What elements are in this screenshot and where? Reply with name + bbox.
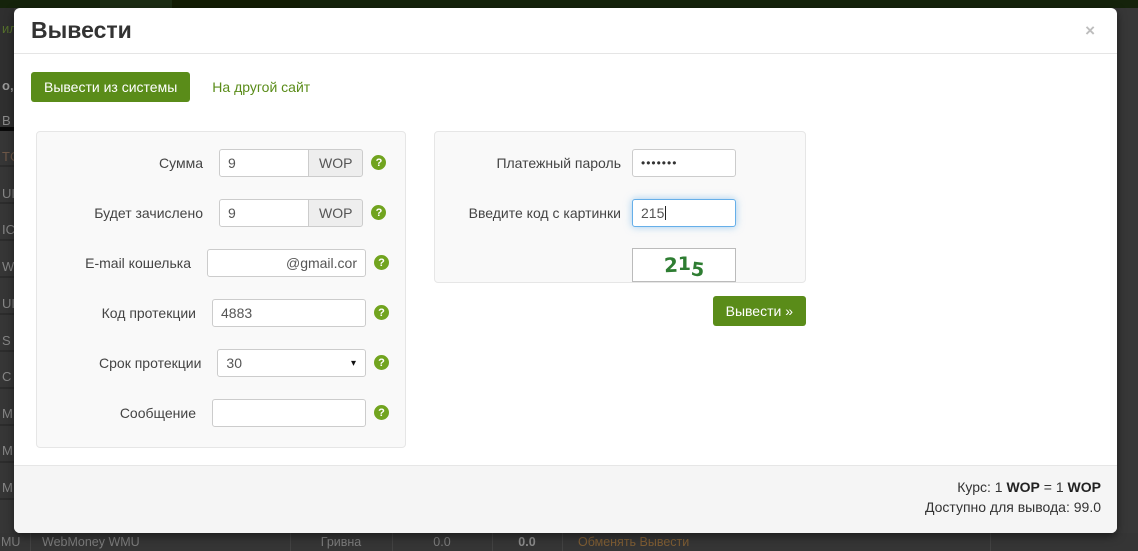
column-separator bbox=[990, 533, 991, 551]
bg-text-fragment: В bbox=[2, 114, 11, 127]
withdraw-tabs: Вывести из системы На другой сайт bbox=[31, 72, 310, 102]
payment-password-input[interactable] bbox=[632, 149, 736, 177]
wallet-email-label: E-mail кошелька bbox=[53, 255, 191, 271]
bg-text-fragment: W bbox=[2, 260, 14, 273]
bg-cell-id: MU bbox=[1, 535, 20, 549]
credited-input[interactable] bbox=[219, 199, 309, 227]
rate-eq: = 1 bbox=[1044, 479, 1064, 495]
background-table-left-edge: ил о, В ТС UI IC W UI S C М М М bbox=[0, 8, 14, 533]
form-row-protection-term: Срок протекции 30 ▾ ? bbox=[53, 348, 389, 377]
rate-currency: WOP bbox=[1006, 479, 1039, 495]
confirmation-well: Платежный пароль Введите код с картинки … bbox=[434, 131, 806, 283]
bg-text-fragment: ТС bbox=[2, 150, 14, 163]
header-segment bbox=[100, 0, 172, 8]
available-label: Доступно для вывода: bbox=[925, 499, 1070, 515]
form-row-amount: Сумма WOP ? bbox=[53, 148, 389, 177]
modal-footer: Курс: 1 WOP = 1 WOP Доступно для вывода:… bbox=[14, 465, 1117, 533]
withdraw-form-panel: Сумма WOP ? Будет зачислено WOP ? E-mail… bbox=[36, 131, 406, 448]
bg-text-fragment: М bbox=[2, 444, 13, 457]
help-icon[interactable]: ? bbox=[371, 205, 386, 220]
available-value: 99.0 bbox=[1074, 499, 1101, 515]
bg-cell-actions: Обменять Вывести bbox=[578, 535, 689, 549]
page-header-strip bbox=[0, 0, 1138, 8]
modal-header: Вывести × bbox=[14, 8, 1117, 54]
tab-withdraw-from-system[interactable]: Вывести из системы bbox=[31, 72, 190, 102]
bg-text-fragment: М bbox=[2, 407, 13, 420]
form-row-captcha-image: 2 1 5 bbox=[451, 248, 789, 277]
form-row-message: Сообщение ? bbox=[53, 398, 389, 427]
amount-label: Сумма bbox=[53, 155, 203, 171]
bg-text-fragment: S bbox=[2, 334, 11, 347]
help-icon[interactable]: ? bbox=[374, 405, 389, 420]
help-icon[interactable]: ? bbox=[374, 255, 389, 270]
protection-code-label: Код протекции bbox=[53, 305, 196, 321]
bg-text-fragment: IC bbox=[2, 223, 14, 236]
captcha-digit: 5 bbox=[690, 258, 706, 281]
captcha-digit: 2 bbox=[663, 253, 678, 278]
bg-cell-balance: 0.0 bbox=[392, 535, 492, 549]
amount-input[interactable] bbox=[219, 149, 309, 177]
help-icon[interactable]: ? bbox=[374, 305, 389, 320]
wallet-email-input[interactable] bbox=[207, 249, 366, 277]
header-segment bbox=[172, 0, 300, 8]
form-row-captcha: Введите код с картинки bbox=[451, 198, 789, 227]
bg-cell-wallet: WebMoney WMU bbox=[42, 535, 140, 549]
chevron-down-icon: ▾ bbox=[351, 359, 356, 369]
protection-code-input[interactable] bbox=[212, 299, 366, 327]
bg-text-fragment: М bbox=[2, 481, 13, 494]
captcha-input[interactable] bbox=[632, 199, 736, 227]
currency-addon: WOP bbox=[308, 149, 363, 177]
currency-addon: WOP bbox=[308, 199, 363, 227]
credited-label: Будет зачислено bbox=[53, 205, 203, 221]
exchange-rate-line: Курс: 1 WOP = 1 WOP bbox=[14, 477, 1101, 497]
protection-term-select[interactable]: 30 ▾ bbox=[217, 349, 366, 377]
form-row-credited: Будет зачислено WOP ? bbox=[53, 198, 389, 227]
captcha-digit: 1 bbox=[678, 253, 691, 275]
bg-text-fragment: UI bbox=[2, 297, 14, 310]
captcha-label: Введите код с картинки bbox=[451, 205, 621, 221]
column-separator bbox=[30, 533, 31, 551]
message-input[interactable] bbox=[212, 399, 366, 427]
column-separator bbox=[562, 533, 563, 551]
background-table-row: MU WebMoney WMU Гривна 0.0 0.0 Обменять … bbox=[0, 533, 1138, 551]
rate-prefix: Курс: 1 bbox=[957, 479, 1002, 495]
close-icon[interactable]: × bbox=[1085, 22, 1095, 39]
payment-password-label: Платежный пароль bbox=[451, 155, 621, 171]
confirmation-panel: Платежный пароль Введите код с картинки … bbox=[434, 131, 806, 326]
bg-text-fragment: UI bbox=[2, 187, 14, 200]
help-icon[interactable]: ? bbox=[371, 155, 386, 170]
available-line: Доступно для вывода: 99.0 bbox=[14, 497, 1101, 517]
help-icon[interactable]: ? bbox=[374, 355, 389, 370]
captcha-input-wrap bbox=[632, 199, 736, 227]
form-row-payment-password: Платежный пароль bbox=[451, 148, 789, 177]
bg-text-fragment: C bbox=[2, 370, 11, 383]
withdraw-modal: Вывести × Вывести из системы На другой с… bbox=[14, 8, 1117, 533]
captcha-image: 2 1 5 bbox=[632, 248, 736, 282]
text-cursor bbox=[665, 206, 666, 220]
bg-text-fragment: о, bbox=[2, 79, 14, 92]
form-row-email: E-mail кошелька ? bbox=[53, 248, 389, 277]
protection-term-label: Срок протекции bbox=[53, 355, 201, 371]
withdraw-submit-button[interactable]: Вывести » bbox=[713, 296, 806, 326]
bg-cell-currency: Гривна bbox=[290, 535, 392, 549]
modal-title: Вывести bbox=[31, 17, 132, 44]
bg-text-fragment: ил bbox=[2, 22, 14, 35]
rate-currency: WOP bbox=[1068, 479, 1101, 495]
tab-to-other-site[interactable]: На другой сайт bbox=[212, 79, 310, 95]
background-overlay-right bbox=[1117, 8, 1138, 533]
protection-term-value: 30 bbox=[226, 355, 242, 371]
screen: ил о, В ТС UI IC W UI S C М М М MU WebMo… bbox=[0, 0, 1138, 551]
form-row-protection-code: Код протекции ? bbox=[53, 298, 389, 327]
message-label: Сообщение bbox=[53, 405, 196, 421]
bg-cell-balance-bold: 0.0 bbox=[492, 535, 562, 549]
